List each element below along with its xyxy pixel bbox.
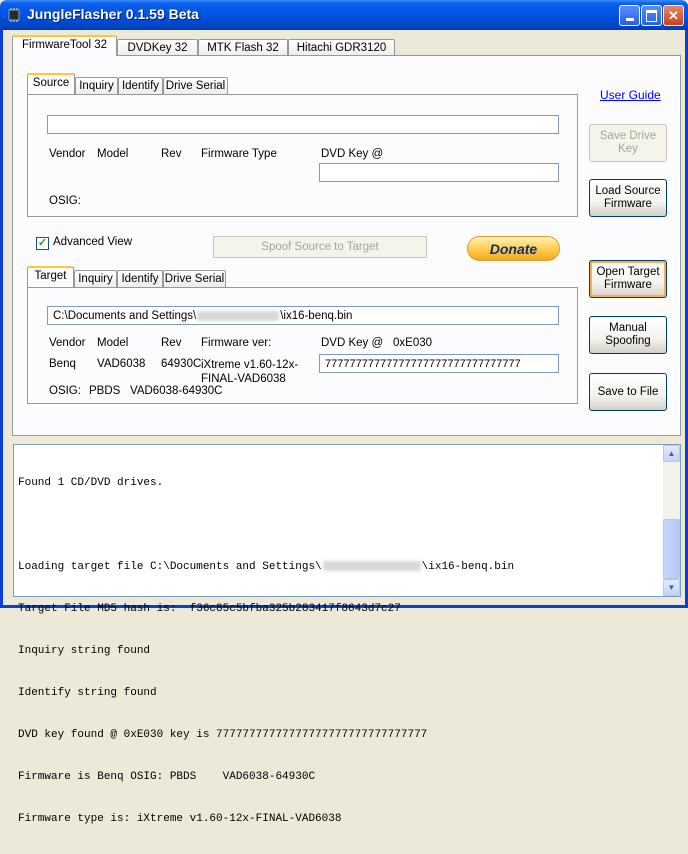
log-line-suffix: \ix16-benq.bin — [421, 561, 515, 573]
log-line: Firmware type is: iXtreme v1.60-12x-FINA… — [18, 813, 342, 825]
maximize-icon — [646, 9, 657, 22]
close-button[interactable]: ✕ — [663, 5, 684, 26]
source-rev-label: Rev — [161, 148, 182, 160]
log-lines: Found 1 CD/DVD drives. Loading target fi… — [18, 448, 658, 854]
title-bar[interactable]: JungleFlasher 0.1.59 Beta ✕ — [0, 0, 688, 30]
app-chip-icon — [8, 8, 20, 22]
target-vendor-value: Benq — [49, 358, 76, 370]
target-group: C:\Documents and Settings\ \ix16-benq.bin… — [27, 287, 578, 404]
target-rev-value: 64930C — [161, 358, 202, 370]
advanced-view-checkbox[interactable]: ✓ — [36, 237, 49, 250]
minimize-icon — [625, 18, 634, 21]
target-path-suffix: \ix16-benq.bin — [280, 310, 353, 322]
save-to-file-button[interactable]: Save to File — [589, 373, 667, 411]
target-firmware-ver-label: Firmware ver: — [201, 337, 272, 349]
target-path-prefix: C:\Documents and Settings\ — [53, 310, 197, 322]
tab-firmwaretool[interactable]: FirmwareTool 32 — [12, 35, 117, 56]
log-output[interactable]: Found 1 CD/DVD drives. Loading target fi… — [13, 444, 681, 825]
target-osig-label: OSIG: — [49, 385, 81, 397]
target-vendor-label: Vendor — [49, 337, 86, 349]
donate-button[interactable]: Donate — [467, 236, 560, 261]
target-dvd-key-field[interactable]: 77777777777777777777777777777777 — [319, 354, 559, 373]
tab-source-identify[interactable]: Identify — [118, 77, 163, 95]
source-group: Vendor Model Rev Firmware Type DVD Key @… — [27, 94, 578, 217]
target-rev-label: Rev — [161, 337, 182, 349]
log-line: Found 1 CD/DVD drives. — [18, 477, 164, 489]
log-line: DVD key found @ 0xE030 key is 7777777777… — [18, 729, 428, 741]
target-dvd-key-label: DVD Key @ — [321, 337, 384, 349]
spoof-source-button[interactable]: Spoof Source to Target — [213, 236, 427, 258]
source-model-label: Model — [97, 148, 129, 160]
tab-source[interactable]: Source — [27, 73, 75, 94]
log-line: Target File MD5 hash is: f36c85c5bfba325… — [18, 603, 401, 615]
maximize-button[interactable] — [641, 5, 662, 26]
target-osig-value-a: PBDS — [89, 385, 121, 397]
log-line: Identify string found — [18, 687, 157, 699]
tab-source-inquiry[interactable]: Inquiry — [75, 77, 118, 95]
log-scrollbar[interactable]: ▲ ▼ — [663, 445, 680, 596]
open-target-firmware-button[interactable]: Open Target Firmware — [589, 260, 667, 298]
scroll-down-button[interactable]: ▼ — [663, 579, 680, 596]
load-source-firmware-button[interactable]: Load Source Firmware — [589, 179, 667, 217]
tab-target-drive-serial[interactable]: Drive Serial — [163, 270, 226, 288]
log-line: Firmware is Benq OSIG: PBDS VAD6038-6493… — [18, 771, 316, 783]
target-dvd-key-offset: 0xE030 — [393, 337, 433, 349]
chevron-up-icon: ▲ — [667, 449, 676, 458]
source-dvd-key-label: DVD Key @ — [321, 148, 384, 160]
tab-target[interactable]: Target — [27, 266, 74, 287]
source-vendor-label: Vendor — [49, 148, 86, 160]
close-icon: ✕ — [668, 7, 679, 23]
redacted-username — [322, 561, 421, 572]
advanced-view-label: Advanced View — [53, 236, 133, 248]
log-line: Inquiry string found — [18, 645, 151, 657]
source-firmware-type-label: Firmware Type — [201, 148, 277, 160]
log-line: Loading target file C:\Documents and Set… — [18, 560, 658, 574]
source-path-field[interactable] — [47, 115, 559, 134]
target-path-field[interactable]: C:\Documents and Settings\ \ix16-benq.bin — [47, 306, 559, 325]
minimize-button[interactable] — [619, 5, 640, 26]
tab-target-inquiry[interactable]: Inquiry — [74, 270, 117, 288]
tab-source-drive-serial[interactable]: Drive Serial — [163, 77, 228, 95]
target-model-label: Model — [97, 337, 129, 349]
scroll-thumb[interactable] — [663, 519, 680, 579]
app-window: JungleFlasher 0.1.59 Beta ✕ FirmwareTool… — [0, 0, 688, 825]
target-model-value: VAD6038 — [97, 358, 146, 370]
source-osig-label: OSIG: — [49, 195, 81, 207]
save-drive-key-button[interactable]: Save Drive Key — [589, 124, 667, 162]
window-title: JungleFlasher 0.1.59 Beta — [27, 6, 199, 22]
scroll-up-button[interactable]: ▲ — [663, 445, 680, 462]
log-line-prefix: Loading target file C:\Documents and Set… — [18, 561, 322, 573]
user-guide-link[interactable]: User Guide — [600, 88, 661, 102]
redacted-username — [197, 310, 280, 321]
tab-target-identify[interactable]: Identify — [117, 270, 163, 288]
firmware-tool-panel: Source Inquiry Identify Drive Serial Ven… — [12, 55, 681, 436]
manual-spoofing-button[interactable]: Manual Spoofing — [589, 316, 667, 354]
source-dvd-key-field[interactable] — [319, 163, 559, 182]
checkmark-icon: ✓ — [37, 237, 48, 249]
chevron-down-icon: ▼ — [667, 583, 676, 592]
target-osig-value-b: VAD6038-64930C — [130, 385, 223, 397]
target-firmware-ver-value: iXtreme v1.60-12x-FINAL-VAD6038 — [201, 359, 299, 385]
